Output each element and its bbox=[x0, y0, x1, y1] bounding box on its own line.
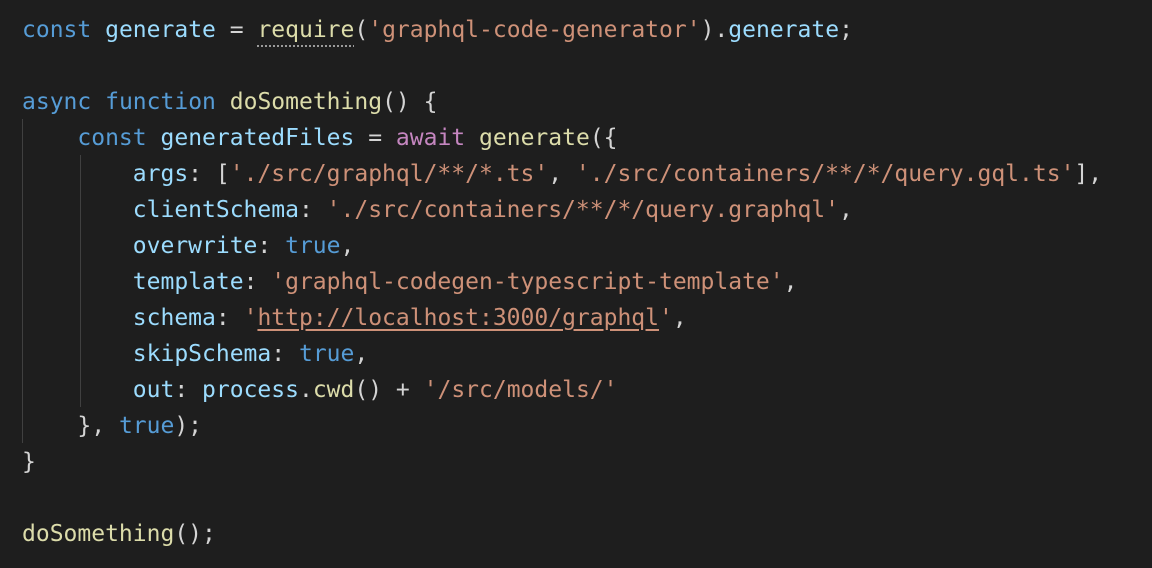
code-token-variable: process bbox=[202, 377, 299, 403]
code-line: async function doSomething() { bbox=[22, 84, 437, 120]
code-token-function: require bbox=[257, 17, 355, 43]
code-line: } bbox=[22, 444, 36, 480]
code-token-keyword: true bbox=[285, 233, 341, 259]
code-token-punct: } bbox=[22, 449, 36, 475]
code-token-punct: : bbox=[215, 305, 244, 331]
code-token-function: doSomething bbox=[22, 521, 175, 547]
code-token-punct: : bbox=[243, 269, 272, 295]
code-token-punct: : bbox=[271, 341, 299, 367]
code-line: overwrite: true, bbox=[22, 228, 355, 264]
code-token-punct bbox=[22, 269, 133, 295]
code-token-punct: , bbox=[839, 197, 853, 223]
code-token-punct bbox=[22, 197, 133, 223]
code-token-punct: (); bbox=[174, 521, 216, 547]
code-token-punct bbox=[465, 125, 479, 151]
code-line: clientSchema: './src/containers/**/*/que… bbox=[22, 192, 853, 228]
code-token-punct: : [ bbox=[188, 161, 230, 187]
code-token-control: await bbox=[395, 125, 466, 151]
code-token-punct: ; bbox=[839, 17, 853, 43]
code-token-keyword: const bbox=[22, 17, 92, 43]
code-token-keyword: function bbox=[105, 89, 216, 115]
code-token-punct: () + bbox=[354, 377, 424, 403]
code-token-punct: ); bbox=[174, 413, 203, 439]
code-token-function: generate bbox=[479, 125, 590, 151]
code-token-variable: generatedFiles bbox=[160, 125, 355, 151]
code-token-punct: : bbox=[257, 233, 286, 259]
code-token-punct: . bbox=[298, 377, 313, 403]
code-token-punct: , bbox=[672, 305, 687, 331]
code-token-punct bbox=[22, 161, 133, 187]
code-token-keyword: const bbox=[77, 125, 147, 151]
code-token-punct: : bbox=[174, 377, 203, 403]
code-token-variable: template bbox=[132, 269, 244, 295]
code-token-punct bbox=[22, 233, 133, 259]
code-token-punct bbox=[22, 377, 133, 403]
code-token-punct: = bbox=[215, 17, 258, 43]
code-token-punct: : bbox=[298, 197, 327, 223]
code-token-keyword: async bbox=[22, 89, 92, 115]
code-token-string: ' bbox=[243, 305, 258, 331]
code-token-function: doSomething bbox=[229, 89, 383, 115]
code-token-punct: , bbox=[548, 161, 576, 187]
code-token-function: cwd bbox=[312, 377, 355, 403]
code-link[interactable]: http://localhost:3000/graphql bbox=[257, 305, 659, 331]
code-token-string: './src/containers/**/*/query.gql.ts' bbox=[575, 161, 1075, 187]
code-token-punct bbox=[22, 305, 133, 331]
code-token-punct bbox=[91, 89, 105, 115]
code-token-variable: generate bbox=[728, 17, 840, 43]
code-token-punct bbox=[216, 89, 230, 115]
code-token-punct: () { bbox=[382, 89, 438, 115]
code-token-variable: generate bbox=[105, 17, 216, 43]
code-token-string: 'graphql-code-generator' bbox=[368, 17, 701, 43]
code-token-punct bbox=[147, 125, 161, 151]
code-token-keyword: true bbox=[118, 413, 175, 439]
code-token-punct: , bbox=[354, 341, 369, 367]
code-token-punct: ], bbox=[1074, 161, 1103, 187]
code-token-punct bbox=[22, 125, 77, 151]
code-token-punct: ( bbox=[354, 17, 369, 43]
code-line: doSomething(); bbox=[22, 516, 216, 552]
code-token-variable: skipSchema bbox=[132, 341, 272, 367]
code-token-punct bbox=[91, 17, 105, 43]
code-line: args: ['./src/graphql/**/*.ts', './src/c… bbox=[22, 156, 1102, 192]
code-token-variable: clientSchema bbox=[132, 197, 299, 223]
code-token-punct bbox=[22, 341, 133, 367]
code-token-punct: , bbox=[783, 269, 798, 295]
code-token-string: '/src/models/' bbox=[423, 377, 618, 403]
code-token-punct: , bbox=[340, 233, 355, 259]
code-token-string: './src/containers/**/*/query.graphql' bbox=[326, 197, 840, 223]
code-line: const generatedFiles = await generate({ bbox=[22, 120, 618, 156]
code-line: schema: 'http://localhost:3000/graphql', bbox=[22, 300, 687, 336]
code-token-variable: out bbox=[132, 377, 175, 403]
code-token-keyword: true bbox=[298, 341, 355, 367]
code-token-variable: overwrite bbox=[132, 233, 258, 259]
code-token-string: 'graphql-codegen-typescript-template' bbox=[271, 269, 784, 295]
code-line: skipSchema: true, bbox=[22, 336, 368, 372]
code-editor[interactable]: const generate = require('graphql-code-g… bbox=[0, 0, 1152, 568]
code-token-variable: schema bbox=[132, 305, 216, 331]
code-line: out: process.cwd() + '/src/models/' bbox=[22, 372, 618, 408]
code-token-punct: }, bbox=[77, 413, 119, 439]
code-token-string: ' bbox=[659, 305, 673, 331]
code-token-punct: ({ bbox=[589, 125, 618, 151]
code-line: template: 'graphql-codegen-typescript-te… bbox=[22, 264, 798, 300]
code-line: }, true); bbox=[22, 408, 202, 444]
code-line: const generate = require('graphql-code-g… bbox=[22, 12, 853, 48]
code-token-punct bbox=[22, 413, 77, 439]
code-token-punct: = bbox=[354, 125, 396, 151]
code-token-punct: ). bbox=[700, 17, 729, 43]
code-token-string: './src/graphql/**/*.ts' bbox=[229, 161, 549, 187]
code-token-variable: args bbox=[132, 161, 189, 187]
